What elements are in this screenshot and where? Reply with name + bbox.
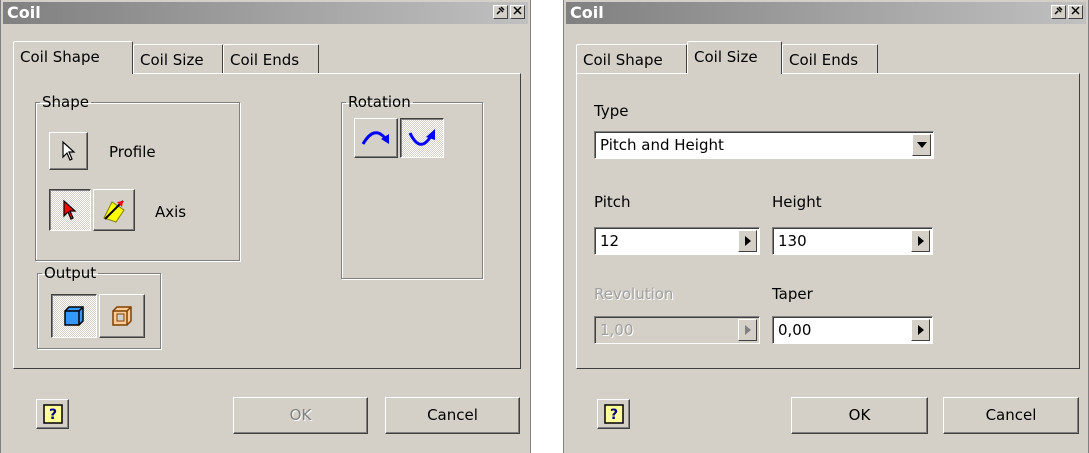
taper-field[interactable]: 0,00 <box>772 316 933 344</box>
pointer-red-icon <box>63 199 77 220</box>
spin-arrow-icon <box>917 236 924 246</box>
cancel-button[interactable]: Cancel <box>943 397 1079 434</box>
svg-text:?: ? <box>48 407 56 423</box>
close-button[interactable] <box>1068 5 1083 19</box>
tab-coil-size[interactable]: Coil Size <box>687 41 782 74</box>
ok-button[interactable]: OK <box>233 397 368 434</box>
tab-label: Coil Shape <box>583 51 663 69</box>
profile-select-button[interactable] <box>49 132 88 170</box>
pitch-value: 12 <box>600 232 620 250</box>
tab-label: Coil Ends <box>789 51 859 69</box>
revolution-menu-arrow <box>738 319 757 341</box>
taper-menu-arrow[interactable] <box>911 319 930 341</box>
output-group-label: Output <box>44 264 97 282</box>
dialog-title: Coil <box>7 3 41 22</box>
rotation-clockwise-button[interactable] <box>354 118 398 158</box>
axis-select-button[interactable] <box>49 189 91 231</box>
type-dropdown-arrow[interactable] <box>912 134 931 156</box>
dialog-title: Coil <box>570 3 604 22</box>
coil-dialog-right: Coil Coil Shape Coil Size Coil Ends Type… <box>563 0 1089 453</box>
height-value: 130 <box>778 232 807 250</box>
type-value: Pitch and Height <box>600 136 724 154</box>
spin-arrow-icon <box>917 325 924 335</box>
title-bar: Coil <box>566 2 1086 24</box>
tab-label: Coil Size <box>140 51 204 69</box>
type-label: Type <box>594 102 629 120</box>
pin-button[interactable] <box>493 5 508 19</box>
profile-label: Profile <box>109 143 156 161</box>
pitch-field[interactable]: 12 <box>594 227 760 255</box>
spin-arrow-icon <box>744 325 751 335</box>
pin-icon <box>496 6 505 15</box>
coil-dialog-left: Coil Coil Shape Coil Size Coil Ends Shap… <box>0 0 531 453</box>
svg-text:?: ? <box>609 407 617 423</box>
tab-panel-coil-shape: Shape Profile Axis Rotation Output <box>13 73 521 369</box>
ok-button[interactable]: OK <box>791 397 928 434</box>
output-surface-button[interactable] <box>99 294 145 338</box>
pitch-label: Pitch <box>594 193 631 211</box>
pitch-menu-arrow[interactable] <box>738 230 757 252</box>
tab-coil-ends[interactable]: Coil Ends <box>223 44 319 74</box>
tab-label: Coil Size <box>694 48 758 66</box>
help-button[interactable]: ? <box>597 399 630 429</box>
output-solid-button[interactable] <box>51 294 97 338</box>
taper-value: 0,00 <box>778 321 812 339</box>
spin-arrow-icon <box>744 236 751 246</box>
tab-coil-shape[interactable]: Coil Shape <box>576 44 687 74</box>
revolution-field: 1,00 <box>594 316 760 344</box>
rotate-counterclockwise-icon <box>408 129 435 146</box>
rotation-group-label: Rotation <box>348 93 411 111</box>
help-icon: ? <box>42 404 63 424</box>
surface-output-icon <box>112 306 132 326</box>
cancel-button[interactable]: Cancel <box>385 397 520 434</box>
taper-label: Taper <box>772 285 813 303</box>
tab-label: Coil Shape <box>20 48 100 66</box>
type-dropdown[interactable]: Pitch and Height <box>594 131 934 159</box>
height-label: Height <box>772 193 822 211</box>
rotate-clockwise-icon <box>361 131 389 145</box>
dropdown-arrow-icon <box>916 142 927 148</box>
tab-panel-coil-size: Type Pitch and Height Pitch 12 Height 13… <box>576 73 1080 369</box>
title-bar: Coil <box>3 2 528 24</box>
height-field[interactable]: 130 <box>772 227 933 255</box>
rotation-counterclockwise-button[interactable] <box>400 118 444 158</box>
shape-group-label: Shape <box>42 93 89 111</box>
solid-output-icon <box>64 306 84 326</box>
pointer-icon <box>61 140 76 161</box>
axis-icon <box>103 200 125 223</box>
tab-coil-ends[interactable]: Coil Ends <box>782 44 878 74</box>
pin-button[interactable] <box>1051 5 1066 19</box>
help-icon: ? <box>603 404 624 424</box>
help-button[interactable]: ? <box>36 399 69 429</box>
close-button[interactable] <box>510 5 525 19</box>
revolution-value: 1,00 <box>600 321 634 339</box>
tab-coil-shape[interactable]: Coil Shape <box>13 41 133 74</box>
height-menu-arrow[interactable] <box>911 230 930 252</box>
axis-label: Axis <box>155 203 187 221</box>
tab-label: Coil Ends <box>230 51 300 69</box>
tab-coil-size[interactable]: Coil Size <box>133 44 223 74</box>
shape-group: Shape <box>35 93 240 261</box>
close-icon <box>513 6 522 15</box>
close-icon <box>1071 6 1080 15</box>
pin-icon <box>1054 6 1063 15</box>
axis-flip-button[interactable] <box>93 189 135 231</box>
revolution-label: Revolution <box>594 285 674 303</box>
